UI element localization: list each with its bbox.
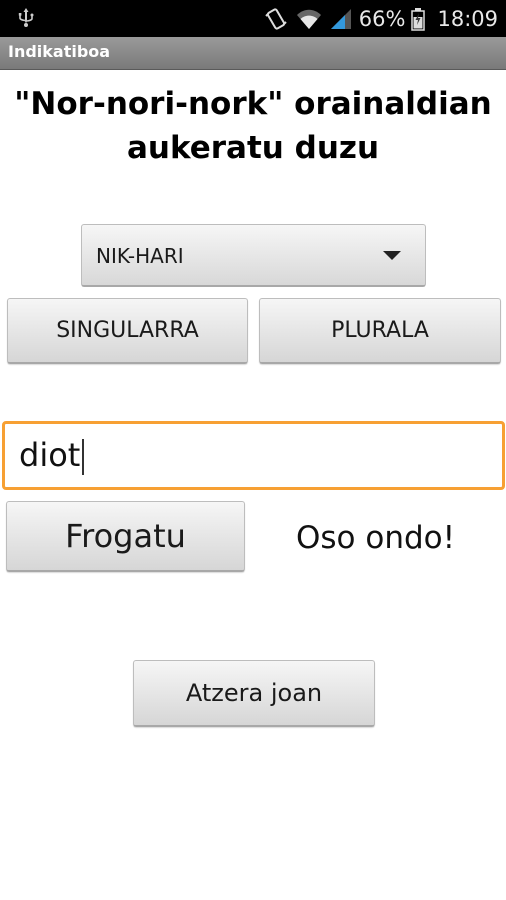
answer-input-value: diot — [19, 436, 81, 474]
battery-percent: 66% — [358, 6, 406, 31]
signal-icon — [330, 8, 351, 29]
spinner-selected-value: NIK-HARI — [96, 244, 184, 268]
app-title: Indikatiboa — [8, 42, 111, 61]
answer-input[interactable]: diot — [2, 421, 505, 490]
back-button[interactable]: Atzera joan — [133, 660, 375, 727]
wifi-icon — [296, 9, 321, 29]
clock: 18:09 — [437, 6, 498, 31]
plural-button[interactable]: PLURALA — [259, 298, 501, 364]
battery-icon — [411, 7, 426, 31]
check-button[interactable]: Frogatu — [6, 501, 245, 572]
vibrate-icon — [265, 7, 287, 30]
usb-icon — [18, 8, 34, 27]
singular-button[interactable]: SINGULARRA — [7, 298, 248, 364]
person-spinner[interactable]: NIK-HARI — [81, 224, 426, 287]
result-message: Oso ondo! — [296, 520, 456, 556]
status-bar: 66% 18:09 — [0, 0, 506, 37]
page-heading: "Nor-nori-nork" orainaldian aukeratu duz… — [14, 86, 492, 166]
app-title-bar: Indikatiboa — [0, 37, 506, 70]
dropdown-arrow-icon — [383, 251, 401, 260]
text-caret — [82, 439, 85, 475]
